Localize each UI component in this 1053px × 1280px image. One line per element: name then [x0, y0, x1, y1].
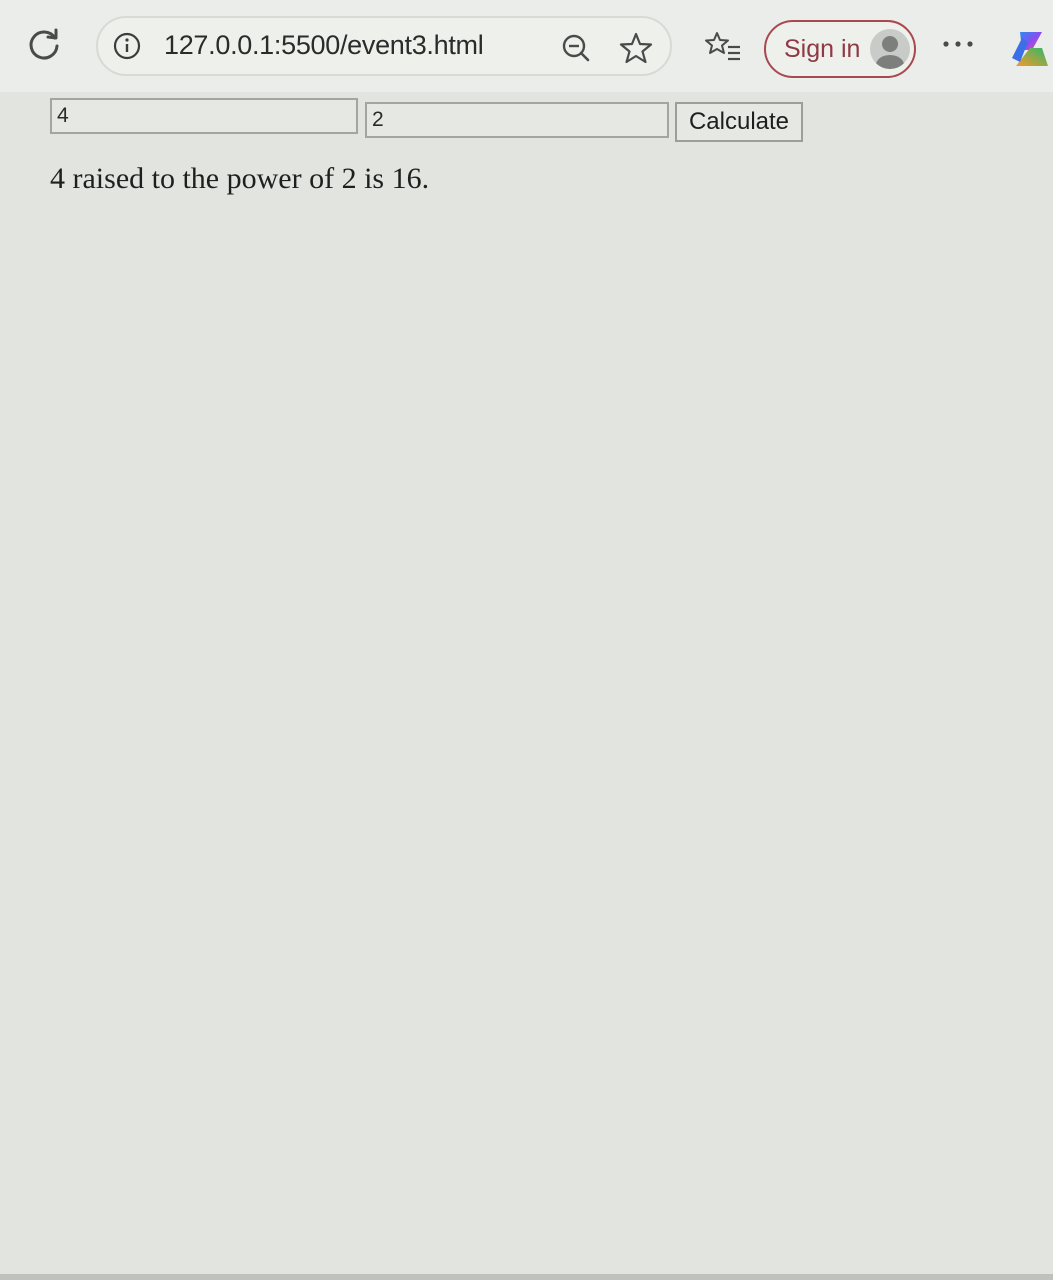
base-input[interactable] [50, 98, 358, 134]
copilot-icon[interactable] [1008, 28, 1053, 70]
favorite-star-icon[interactable] [618, 30, 654, 66]
page-content: Calculate 4 raised to the power of 2 is … [0, 92, 1053, 1280]
address-bar[interactable]: 127.0.0.1:5500/event3.html [96, 16, 672, 76]
favorites-list-icon[interactable] [704, 30, 742, 66]
calculate-button[interactable]: Calculate [675, 102, 803, 142]
result-text: 4 raised to the power of 2 is 16. [50, 162, 430, 195]
browser-toolbar: 127.0.0.1:5500/event3.html Sign in [0, 0, 1053, 92]
reload-icon[interactable] [24, 24, 64, 64]
sign-in-label: Sign in [784, 35, 861, 63]
avatar-icon [870, 29, 910, 69]
exponent-input[interactable] [365, 102, 669, 138]
site-info-icon[interactable] [112, 31, 142, 61]
more-icon[interactable] [940, 34, 976, 54]
zoom-icon[interactable] [560, 32, 592, 64]
bottom-edge [0, 1274, 1053, 1280]
url-text[interactable]: 127.0.0.1:5500/event3.html [164, 30, 484, 61]
sign-in-button[interactable]: Sign in [764, 20, 916, 78]
